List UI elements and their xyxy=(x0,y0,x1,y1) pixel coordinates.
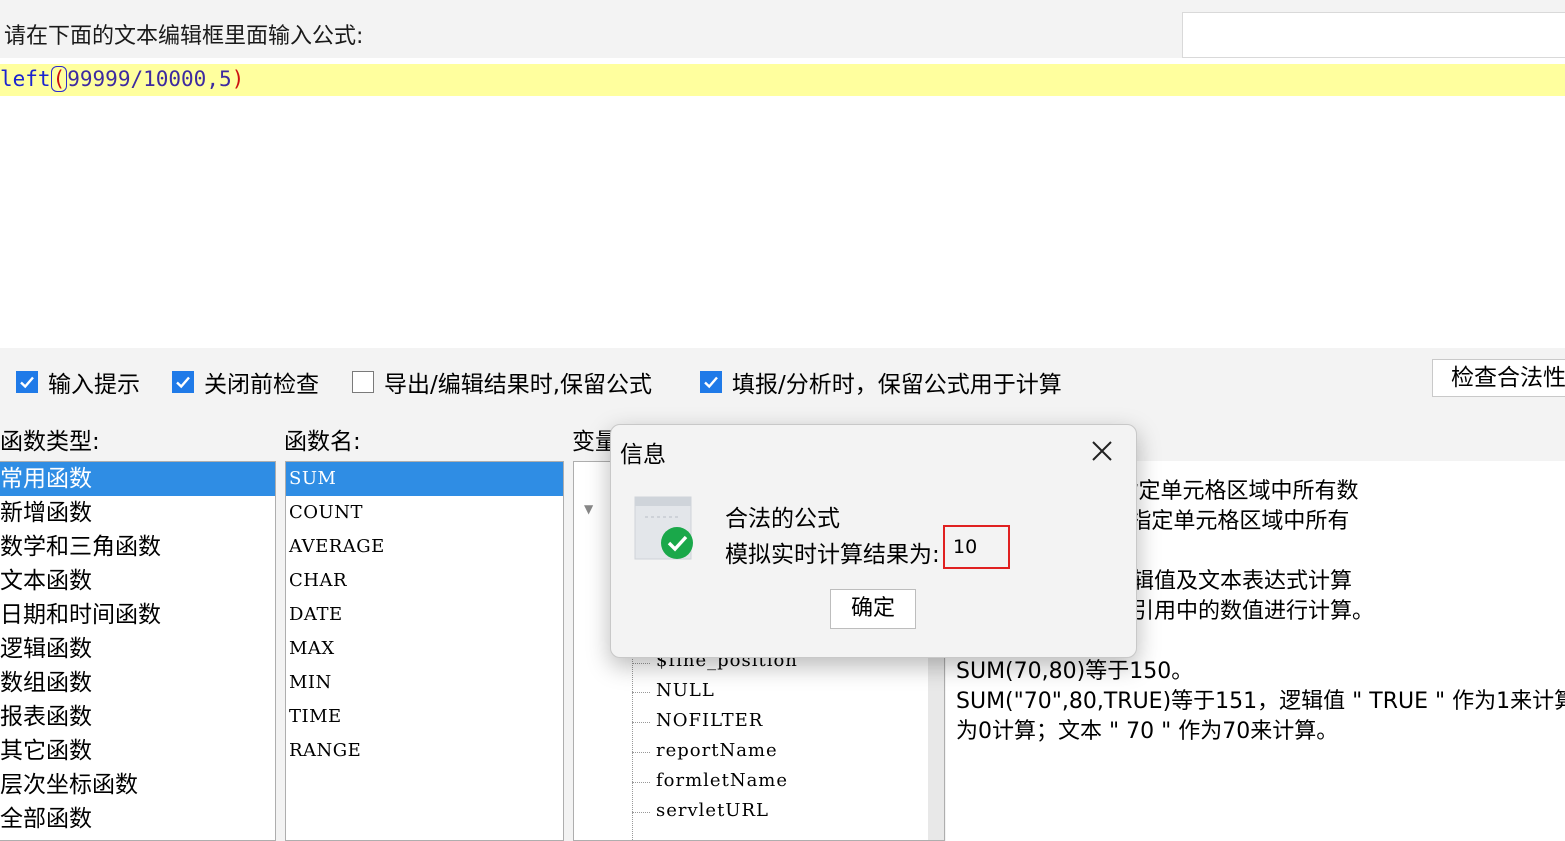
function-type-title: 函数类型: xyxy=(0,429,100,455)
list-item[interactable]: TIME xyxy=(286,700,563,734)
desc-line: 为0计算；文本 " 70 " 作为70来计算。 xyxy=(956,719,1339,744)
ok-button[interactable]: 确定 xyxy=(830,589,916,629)
keep-formula-export-option[interactable]: 导出/编辑结果时,保留公式 xyxy=(352,365,652,399)
code-caret-char: 9 xyxy=(67,67,80,91)
tree-branch xyxy=(632,692,650,693)
list-item[interactable]: 全部函数 xyxy=(0,802,275,836)
tree-item[interactable]: reportName xyxy=(656,740,778,761)
tree-expand-icon[interactable]: ▼ xyxy=(584,502,593,516)
tree-branch xyxy=(632,812,650,813)
keep-formula-export-checkbox[interactable] xyxy=(352,371,374,393)
code-close-paren: ) xyxy=(231,67,245,91)
tree-branch xyxy=(632,782,650,783)
input-hint-checkbox[interactable] xyxy=(16,371,38,393)
list-item[interactable]: 日期和时间函数 xyxy=(0,598,275,632)
dialog-result-value: 10 xyxy=(943,525,1010,569)
list-item[interactable]: 文本函数 xyxy=(0,564,275,598)
options-row: 输入提示 关闭前检查 导出/编辑结果时,保留公式 填报/分析时，保留公式用于计算 xyxy=(0,365,1565,399)
list-item[interactable]: 数学和三角函数 xyxy=(0,530,275,564)
list-item[interactable]: MIN xyxy=(286,666,563,700)
list-item[interactable]: SUM xyxy=(286,462,563,496)
input-hint-label: 输入提示 xyxy=(48,372,140,398)
list-item[interactable]: 其它函数 xyxy=(0,734,275,768)
info-dialog: 信息 合法的公式 模拟实时计算结果为: 10 确定 xyxy=(610,424,1137,658)
tree-branch xyxy=(632,663,650,664)
keep-formula-fill-label: 填报/分析时，保留公式用于计算 xyxy=(732,372,1062,398)
list-item[interactable]: 逻辑函数 xyxy=(0,632,275,666)
dialog-message: 合法的公式 xyxy=(725,506,840,532)
keep-formula-fill-option[interactable]: 填报/分析时，保留公式用于计算 xyxy=(700,365,1062,399)
list-item[interactable]: RANGE xyxy=(286,734,563,768)
tree-item[interactable]: servletURL xyxy=(656,800,769,821)
formula-prompt-label: 请在下面的文本编辑框里面输入公式: xyxy=(4,24,364,49)
check-before-close-checkbox[interactable] xyxy=(172,371,194,393)
code-open-paren: ( xyxy=(50,66,68,92)
tree-item[interactable]: NULL xyxy=(656,680,715,701)
list-item[interactable]: 数组函数 xyxy=(0,666,275,700)
close-icon[interactable] xyxy=(1082,431,1122,471)
tree-branch xyxy=(632,752,650,753)
list-item[interactable]: CHAR xyxy=(286,564,563,598)
function-name-title: 函数名: xyxy=(284,429,361,455)
code-arguments: 9999/10000,5 xyxy=(79,67,232,91)
check-before-close-label: 关闭前检查 xyxy=(204,372,319,398)
dialog-result-label: 模拟实时计算结果为: xyxy=(725,542,940,568)
input-hint-option[interactable]: 输入提示 xyxy=(16,365,140,399)
dialog-title: 信息 xyxy=(620,442,666,468)
list-item[interactable]: COUNT xyxy=(286,496,563,530)
formula-editor[interactable] xyxy=(0,58,1565,348)
list-item[interactable]: 层次坐标函数 xyxy=(0,768,275,802)
keep-formula-export-label: 导出/编辑结果时,保留公式 xyxy=(384,372,653,398)
success-check-icon xyxy=(633,495,705,565)
tree-item[interactable]: NOFILTER xyxy=(656,710,763,731)
tree-item[interactable]: formletName xyxy=(656,770,788,791)
tree-branch xyxy=(632,722,650,723)
desc-line: SUM("70",80,TRUE)等于151，逻辑值 " TRUE " 作为1来… xyxy=(956,689,1565,714)
list-item[interactable]: AVERAGE xyxy=(286,530,563,564)
list-item[interactable]: 常用函数 xyxy=(0,462,275,496)
top-input-field[interactable] xyxy=(1182,12,1565,58)
list-item[interactable]: DATE xyxy=(286,598,563,632)
formula-code-line[interactable]: left(99999/10000,5) xyxy=(0,64,244,96)
list-item[interactable]: 新增函数 xyxy=(0,496,275,530)
function-name-list[interactable]: SUM COUNT AVERAGE CHAR DATE MAX MIN TIME… xyxy=(285,461,564,841)
function-type-list[interactable]: 常用函数 新增函数 数学和三角函数 文本函数 日期和时间函数 逻辑函数 数组函数… xyxy=(0,461,276,841)
list-item[interactable]: MAX xyxy=(286,632,563,666)
check-validity-button[interactable]: 检查合法性 xyxy=(1432,359,1565,397)
check-before-close-option[interactable]: 关闭前检查 xyxy=(172,365,319,399)
keep-formula-fill-checkbox[interactable] xyxy=(700,371,722,393)
list-item[interactable]: 报表函数 xyxy=(0,700,275,734)
code-function-name: left xyxy=(0,67,51,91)
